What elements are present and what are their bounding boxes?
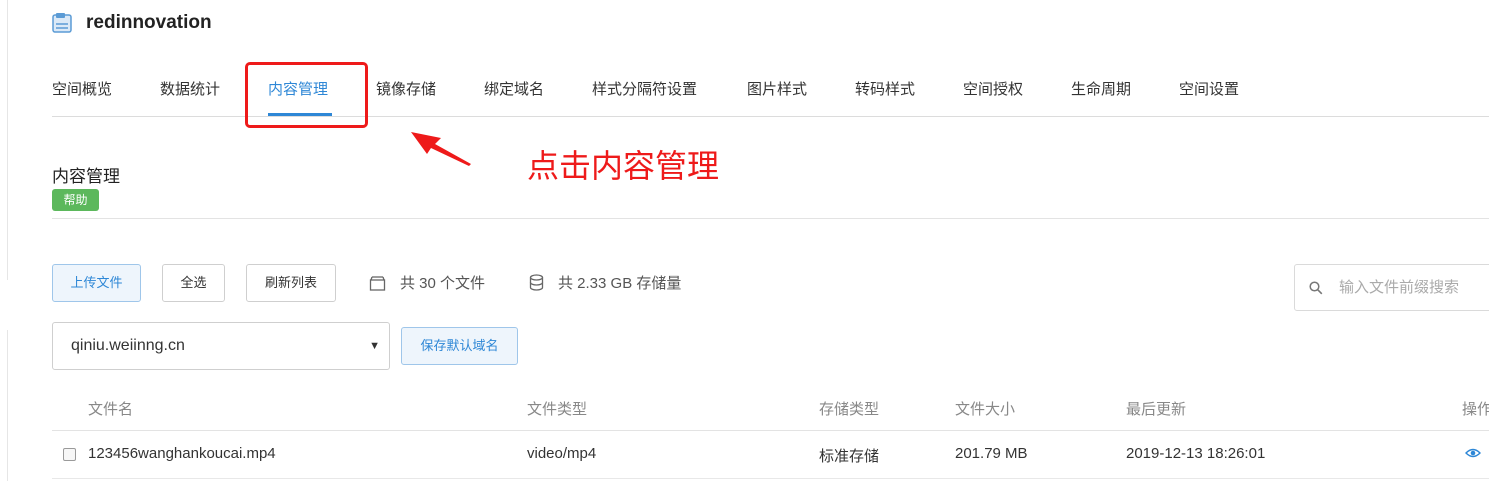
- section-divider: [52, 218, 1489, 219]
- tab-overview[interactable]: 空间概览: [52, 78, 112, 99]
- column-header-storage-type[interactable]: 存储类型: [819, 398, 879, 419]
- tab-space-settings[interactable]: 空间设置: [1179, 78, 1239, 99]
- tab-space-authorization[interactable]: 空间授权: [963, 78, 1023, 99]
- left-panel-edge: [0, 0, 8, 481]
- column-header-filesize[interactable]: 文件大小: [955, 398, 1015, 419]
- tab-transcode-style[interactable]: 转码样式: [855, 78, 915, 99]
- cell-last-updated: 2019-12-13 18:26:01: [1126, 445, 1266, 462]
- help-badge[interactable]: 帮助: [52, 189, 99, 211]
- cell-filetype: video/mp4: [527, 445, 597, 462]
- database-icon: [529, 274, 544, 291]
- file-count-text: 共 30 个文件: [400, 275, 486, 292]
- column-header-actions: 操作: [1462, 401, 1489, 418]
- tab-style-separator[interactable]: 样式分隔符设置: [592, 78, 697, 99]
- cell-storage-type: 标准存储: [819, 448, 880, 465]
- domain-select-value: qiniu.weiinng.cn: [71, 337, 185, 354]
- storage-stat: 共 2.33 GB 存储量: [529, 272, 681, 293]
- column-header-filetype[interactable]: 文件类型: [527, 398, 587, 419]
- search-box: [1294, 264, 1489, 311]
- domain-select[interactable]: qiniu.weiinng.cn ▼: [52, 322, 390, 370]
- eye-icon[interactable]: [1465, 447, 1481, 459]
- left-panel-gap: [0, 280, 9, 330]
- annotation-highlight-box: [245, 62, 368, 128]
- bucket-header: redinnovation: [52, 12, 212, 34]
- refresh-list-button[interactable]: 刷新列表: [246, 264, 336, 302]
- bucket-name: redinnovation: [86, 12, 212, 33]
- file-count-stat: 共 30 个文件: [369, 272, 485, 293]
- column-header-filename[interactable]: 文件名: [88, 398, 133, 419]
- upload-file-button[interactable]: 上传文件: [52, 264, 141, 302]
- chevron-down-icon: ▼: [369, 340, 380, 352]
- select-all-button[interactable]: 全选: [162, 264, 225, 302]
- table-row: 123456wanghankoucai.mp4 video/mp4 标准存储 2…: [52, 431, 1489, 479]
- cell-filename[interactable]: 123456wanghankoucai.mp4: [88, 445, 276, 462]
- tab-bind-domain[interactable]: 绑定域名: [484, 78, 544, 99]
- file-table: 文件名 文件类型 存储类型 文件大小 最后更新 操作 123456wanghan…: [52, 384, 1489, 479]
- bucket-icon: [52, 13, 72, 33]
- file-box-icon: [369, 275, 386, 291]
- tab-mirror-storage[interactable]: 镜像存储: [376, 78, 436, 99]
- table-header: 文件名 文件类型 存储类型 文件大小 最后更新 操作: [52, 384, 1489, 431]
- row-checkbox[interactable]: [63, 448, 76, 461]
- tab-lifecycle[interactable]: 生命周期: [1071, 78, 1131, 99]
- annotation-arrow-icon: [411, 132, 471, 166]
- page-title: 内容管理: [52, 167, 120, 186]
- save-default-domain-button[interactable]: 保存默认域名: [401, 327, 518, 365]
- column-header-last-updated[interactable]: 最后更新: [1126, 398, 1186, 419]
- storage-text: 共 2.33 GB 存储量: [558, 275, 682, 292]
- tab-statistics[interactable]: 数据统计: [160, 78, 220, 99]
- search-input[interactable]: [1339, 265, 1489, 310]
- annotation-text: 点击内容管理: [527, 148, 720, 184]
- cell-filesize: 201.79 MB: [955, 445, 1028, 462]
- search-icon: [1309, 281, 1323, 295]
- tab-image-style[interactable]: 图片样式: [747, 78, 807, 99]
